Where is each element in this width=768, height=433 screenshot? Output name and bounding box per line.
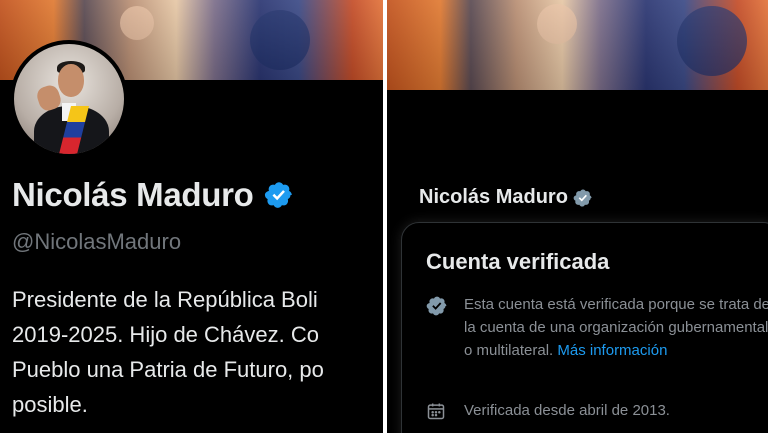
verified-badge-icon [426,296,447,316]
profile-avatar[interactable] [10,40,128,158]
profile-name-row: Nicolás Maduro [419,186,593,209]
calendar-icon [427,403,445,420]
profile-name-row: Nicolás Maduro [12,176,294,214]
verified-badge-icon[interactable] [573,188,593,208]
bio-line: Pueblo una Patria de Futuro, po [12,357,324,382]
verified-since-row: Verificada desde abril de 2013. [426,399,768,423]
verification-reason: Esta cuenta está verificada porque se tr… [464,293,768,362]
profile-panel-right: Nicolás Maduro Cuenta verificada Esta cu… [387,0,768,433]
profile-handle: @NicolasMaduro [12,229,182,254]
profile-name: Nicolás Maduro [12,176,254,213]
popover-title: Cuenta verificada [426,249,610,274]
bio-line: 2019-2025. Hijo de Chávez. Co [12,322,319,347]
profile-banner[interactable] [387,0,768,90]
verified-badge-icon[interactable] [264,180,294,210]
bio-line: posible. [12,392,88,417]
bio-line: Presidente de la República Boli [12,287,318,312]
verified-since: Verificada desde abril de 2013. [464,402,670,419]
verified-account-popover: Cuenta verificada Esta cuenta está verif… [401,222,768,433]
profile-panel-left: Nicolás Maduro @NicolasMaduro Presidente… [0,0,383,433]
more-info-link[interactable]: Más información [557,342,667,359]
profile-name: Nicolás Maduro [419,186,568,208]
profile-bio: Presidente de la República Boli 2019-202… [12,282,324,422]
